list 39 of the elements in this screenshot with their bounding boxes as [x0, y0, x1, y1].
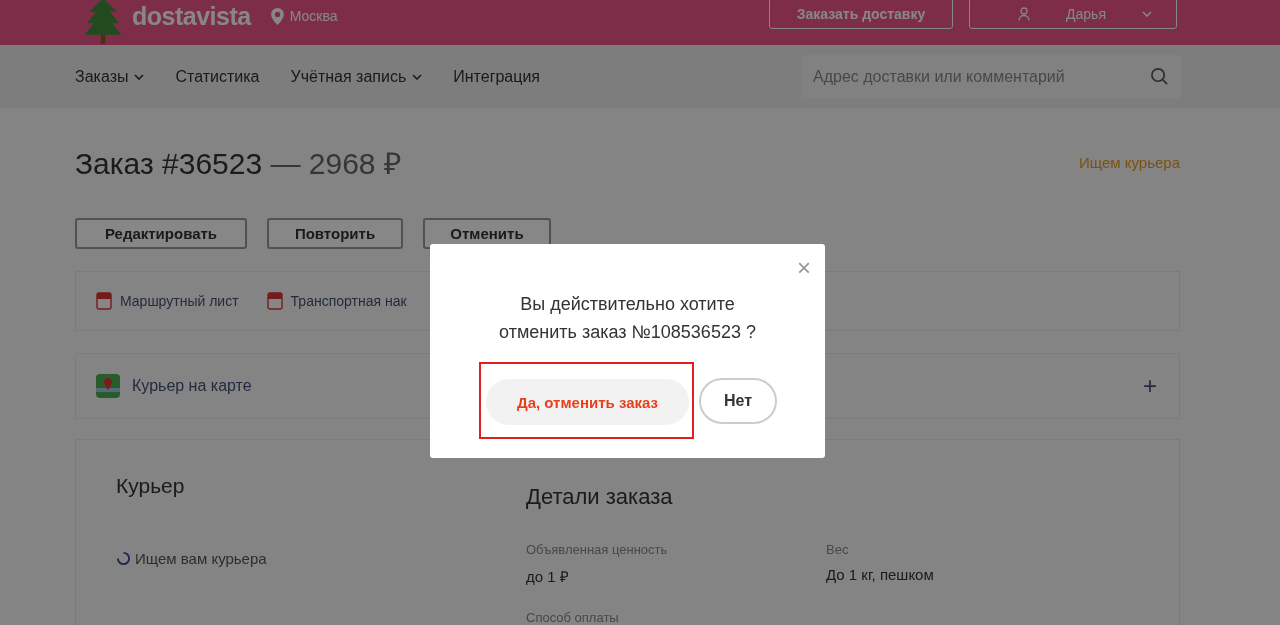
pdf-file-icon [266, 292, 283, 310]
order-delivery-button[interactable]: Заказать доставку [769, 0, 953, 29]
dialog-message: Вы действительно хотите отменить заказ №108536523 ? [498, 293, 757, 344]
chevron-down-icon [1142, 10, 1152, 17]
user-icon [1018, 6, 1030, 21]
close-button[interactable]: × [797, 256, 811, 280]
nav-link[interactable]: Статистика [175, 67, 260, 86]
field-label: Способ оплаты [526, 610, 620, 625]
field-value: До 1 кг, пешком [826, 566, 935, 583]
document-link[interactable]: Маршрутный лист [120, 293, 239, 309]
spinner-icon [116, 551, 131, 566]
nav-link[interactable]: Интеграция [453, 67, 541, 86]
section-heading: Детали заказа [526, 484, 674, 510]
cancel-button[interactable]: Нет [699, 377, 777, 424]
search-icon [1150, 66, 1169, 86]
nav-link[interactable]: Заказы [75, 67, 145, 86]
field-value: до 1 ₽ [526, 567, 570, 586]
logo[interactable]: dostavista [132, 1, 251, 31]
field-label: Вес [826, 542, 850, 557]
user-menu-button[interactable]: Дарья [969, 0, 1177, 29]
chevron-down-icon [134, 73, 145, 80]
search-field[interactable]: Адрес доставки или комментарий [801, 54, 1181, 99]
confirm-button[interactable]: Да, отменить заказ [486, 379, 689, 425]
action-button[interactable]: Редактировать [75, 218, 247, 249]
location-pin-icon [270, 7, 284, 25]
order-price: — 2968 ₽ [270, 147, 401, 180]
map-pin-icon [96, 374, 120, 398]
order-status: Ищем курьера [1078, 154, 1180, 171]
document-link[interactable]: Транспортная нак [290, 293, 407, 309]
field-label: Объявленная ценность [526, 542, 669, 557]
courier-status: Ищем вам курьера [135, 550, 267, 567]
order-title: Заказ #36523 [75, 147, 263, 180]
action-button[interactable]: Повторить [267, 218, 403, 249]
city-label[interactable]: Москва [289, 8, 338, 24]
nav-link[interactable]: Учётная запись [290, 67, 423, 86]
section-heading: Курьер [116, 474, 186, 498]
expand-button[interactable]: + [1143, 372, 1157, 400]
pdf-file-icon [96, 292, 112, 310]
chevron-down-icon [412, 73, 423, 80]
